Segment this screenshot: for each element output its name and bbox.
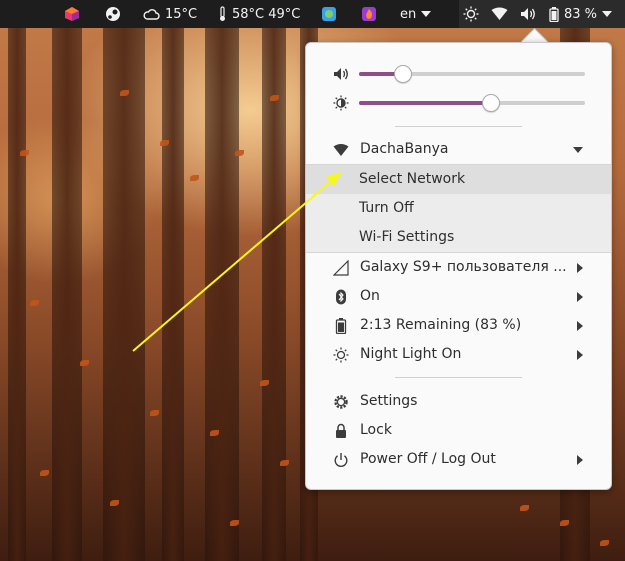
wifi-indicator[interactable]	[491, 0, 508, 28]
night-light-indicator[interactable]	[463, 0, 479, 28]
speaker-icon	[334, 68, 348, 80]
wifi-settings-item[interactable]: Wi-Fi Settings	[306, 223, 611, 252]
mobile-hotspot-item[interactable]: Galaxy S9+ пользователя ...	[306, 253, 611, 282]
colored-cube-icon	[65, 7, 79, 21]
lock-item[interactable]: Lock	[306, 416, 611, 445]
volume-slider-handle[interactable]	[393, 65, 412, 83]
menu-item-label: Settings	[360, 393, 418, 409]
chevron-down-icon	[602, 11, 613, 17]
weather-indicator[interactable]: 15°C	[143, 0, 197, 28]
chevron-right-icon	[577, 350, 583, 360]
app-indicator-world[interactable]	[321, 0, 337, 28]
thermometer-icon	[220, 6, 225, 21]
power-off-item[interactable]: Power Off / Log Out	[306, 445, 611, 474]
lock-icon	[336, 423, 346, 438]
language-selector[interactable]: en	[400, 0, 432, 28]
volume-slider[interactable]	[359, 65, 585, 83]
wifi-icon	[491, 7, 508, 20]
bluetooth-icon	[336, 289, 346, 305]
chevron-right-icon	[577, 321, 583, 331]
chevron-down-icon	[573, 147, 583, 153]
wifi-network-item[interactable]: DachaBanya	[306, 135, 611, 164]
night-light-icon	[333, 347, 349, 363]
app-indicator-flame[interactable]	[361, 0, 377, 28]
settings-item[interactable]: Settings	[306, 387, 611, 416]
menu-item-label: 2:13 Remaining (83 %)	[360, 317, 522, 333]
speaker-icon	[521, 8, 535, 20]
battery-icon	[335, 318, 347, 334]
wifi-submenu: Select Network Turn Off Wi-Fi Settings	[306, 164, 611, 253]
menu-separator	[395, 126, 522, 127]
tree-trunk	[162, 0, 184, 561]
tree-trunk	[52, 0, 82, 561]
bluetooth-item[interactable]: On	[306, 282, 611, 311]
brightness-slider[interactable]	[359, 94, 585, 112]
volume-slider-row	[306, 61, 611, 87]
select-network-item[interactable]: Select Network	[306, 165, 611, 194]
power-icon	[334, 453, 348, 467]
tree-trunk	[262, 0, 286, 561]
battery-indicator[interactable]: 83 %	[549, 0, 613, 28]
app-indicator-icon[interactable]	[64, 0, 80, 28]
language-label: en	[400, 6, 417, 22]
flame-app-icon	[362, 7, 376, 21]
tree-trunk	[8, 0, 26, 561]
night-light-item[interactable]: Night Light On	[306, 340, 611, 369]
tree-trunk	[205, 0, 239, 561]
system-menu: DachaBanya Select Network Turn Off Wi-Fi…	[305, 42, 612, 490]
temperature-indicator[interactable]: 58°C 49°C	[218, 0, 300, 28]
menu-item-label: On	[360, 288, 380, 304]
menu-item-label: Power Off / Log Out	[360, 451, 496, 467]
menu-item-label: Galaxy S9+ пользователя ...	[360, 259, 567, 275]
brightness-slider-fill	[359, 101, 491, 105]
menu-item-label: Select Network	[359, 171, 466, 187]
brightness-slider-row	[306, 90, 611, 116]
menu-item-label: Wi-Fi Settings	[359, 229, 455, 245]
chevron-down-icon	[421, 11, 432, 17]
mobile-signal-icon	[333, 260, 349, 276]
menu-item-label: Night Light On	[360, 346, 462, 362]
weather-temperature: 15°C	[165, 6, 198, 22]
steam-icon	[106, 7, 120, 21]
tree-trunk	[103, 0, 145, 561]
sun-icon	[463, 6, 479, 22]
top-panel: 15°C 58°C 49°C en 83 %	[0, 0, 625, 28]
turn-off-wifi-item[interactable]: Turn Off	[306, 194, 611, 223]
steam-indicator[interactable]	[105, 0, 121, 28]
settings-icon	[334, 395, 348, 409]
battery-icon	[549, 6, 559, 22]
menu-item-label: Turn Off	[359, 200, 414, 216]
brightness-icon	[333, 95, 349, 111]
chevron-right-icon	[577, 263, 583, 273]
cloud-sun-icon	[143, 9, 160, 20]
wifi-icon	[333, 144, 349, 156]
brightness-slider-handle[interactable]	[482, 94, 501, 112]
volume-indicator[interactable]	[520, 0, 537, 28]
chevron-right-icon	[577, 455, 583, 465]
cpu-gpu-temperature: 58°C 49°C	[232, 6, 301, 22]
battery-percentage: 83 %	[564, 6, 598, 22]
menu-separator	[395, 377, 522, 378]
menu-item-label: Lock	[360, 422, 392, 438]
wifi-network-name: DachaBanya	[360, 141, 449, 157]
chevron-right-icon	[577, 292, 583, 302]
globe-app-icon	[322, 7, 336, 21]
battery-item[interactable]: 2:13 Remaining (83 %)	[306, 311, 611, 340]
